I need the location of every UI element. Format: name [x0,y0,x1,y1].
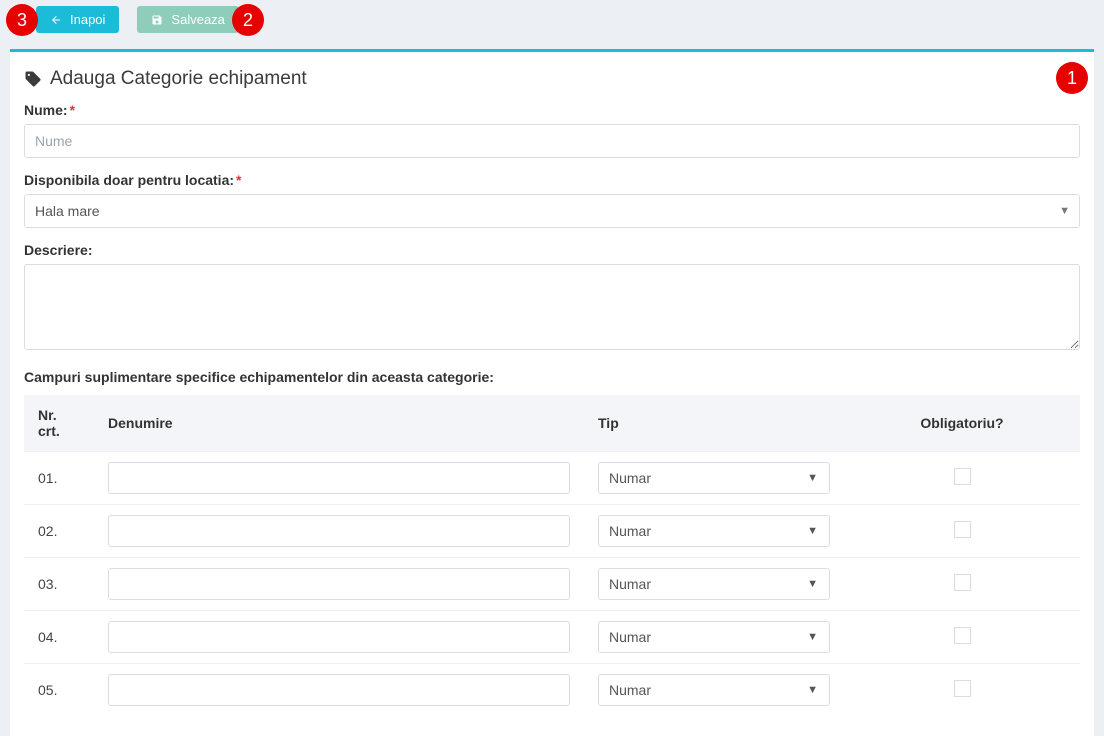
save-icon [151,14,163,26]
row-type-select[interactable]: Numar [598,621,830,653]
name-input[interactable] [24,124,1080,158]
col-header-mandatory: Obligatoriu? [844,395,1080,452]
row-mandatory-checkbox[interactable] [954,627,971,644]
extra-fields-section-label: Campuri suplimentare specifice echipamen… [24,369,1080,385]
row-type-select[interactable]: Numar [598,515,830,547]
row-nr: 02. [24,505,94,558]
annotation-marker-3: 3 [6,4,38,36]
arrow-left-icon [50,14,62,26]
form-panel: 1 Adauga Categorie echipament Nume:* Dis… [10,49,1094,736]
row-nr: 05. [24,664,94,717]
required-marker: * [70,102,75,118]
row-name-input[interactable] [108,462,570,494]
row-name-input[interactable] [108,674,570,706]
panel-title: Adauga Categorie echipament [24,68,1080,90]
panel-title-text: Adauga Categorie echipament [50,68,307,90]
back-button[interactable]: Inapoi [36,6,119,33]
row-name-input[interactable] [108,568,570,600]
back-button-label: Inapoi [70,12,105,27]
row-type-select[interactable]: Numar [598,568,830,600]
location-select[interactable]: Hala mare [24,194,1080,228]
table-row: 04.Numar▼ [24,611,1080,664]
toolbar: Inapoi Salveaza [0,0,1104,43]
row-type-select[interactable]: Numar [598,462,830,494]
required-marker: * [236,172,241,188]
row-mandatory-checkbox[interactable] [954,521,971,538]
extra-fields-table: Nr. crt. Denumire Tip Obligatoriu? 01. Nu… [24,395,1080,716]
save-button-label: Salveaza [171,12,224,27]
table-row: 03.Numar▼ [24,558,1080,611]
tag-icon [24,70,42,88]
row-mandatory-checkbox[interactable] [954,574,971,591]
col-header-name: Denumire [94,395,584,452]
description-textarea[interactable] [24,264,1080,350]
table-row: 05.Numar▼ [24,664,1080,717]
row-mandatory-checkbox[interactable] [954,680,971,697]
name-label: Nume:* [24,102,1080,118]
row-mandatory-checkbox[interactable] [954,468,971,485]
row-type-select[interactable]: Numar [598,674,830,706]
annotation-marker-1: 1 [1056,62,1088,94]
table-row: 02.Numar▼ [24,505,1080,558]
location-label: Disponibila doar pentru locatia:* [24,172,1080,188]
row-name-input[interactable] [108,621,570,653]
row-nr: 01. [24,452,94,505]
row-name-input[interactable] [108,515,570,547]
table-row: 01.Numar▼ [24,452,1080,505]
description-label: Descriere: [24,242,1080,258]
row-nr: 03. [24,558,94,611]
row-nr: 04. [24,611,94,664]
save-button[interactable]: Salveaza [137,6,238,33]
col-header-type: Tip [584,395,844,452]
col-header-nr: Nr. crt. [24,395,94,452]
annotation-marker-2: 2 [232,4,264,36]
